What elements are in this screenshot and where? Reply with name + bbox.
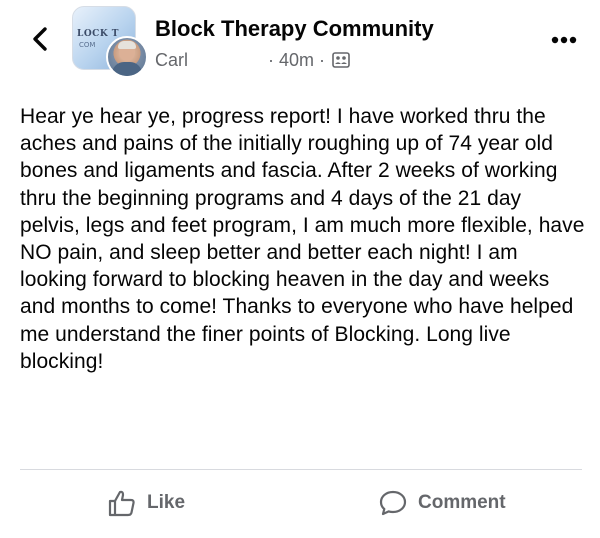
group-logo-subtext: COM bbox=[79, 41, 96, 49]
like-button[interactable]: Like bbox=[107, 482, 185, 524]
post-body-text: Hear ye hear ye, progress report! I have… bbox=[20, 105, 585, 373]
back-button[interactable] bbox=[26, 24, 56, 54]
group-name-link[interactable]: Block Therapy Community bbox=[155, 16, 434, 42]
time-and-privacy: · 40m · bbox=[268, 50, 350, 71]
more-dots-icon bbox=[551, 36, 577, 44]
action-divider bbox=[20, 469, 582, 470]
avatar-stack[interactable]: LOCK T COM bbox=[72, 6, 148, 78]
meta-separator: · bbox=[268, 50, 274, 70]
meta-separator: · bbox=[319, 50, 326, 70]
group-logo-text: LOCK T bbox=[77, 29, 119, 39]
comment-button[interactable]: Comment bbox=[378, 482, 506, 524]
post-time[interactable]: 40m bbox=[279, 50, 314, 70]
author-avatar[interactable] bbox=[106, 36, 148, 78]
comment-label: Comment bbox=[418, 492, 506, 513]
comment-bubble-icon bbox=[379, 490, 407, 516]
avatar-shirt bbox=[112, 62, 142, 76]
post-meta: Carl · 40m · bbox=[155, 50, 350, 71]
group-privacy-icon[interactable] bbox=[332, 52, 350, 68]
post-header: LOCK T COM Block Therapy Community Carl … bbox=[0, 0, 600, 90]
like-label: Like bbox=[147, 492, 186, 513]
more-options-button[interactable] bbox=[546, 24, 582, 54]
author-name-link[interactable]: Carl bbox=[155, 50, 188, 70]
thumbs-up-icon bbox=[108, 490, 135, 517]
avatar-hair bbox=[118, 41, 136, 49]
chevron-left-icon bbox=[33, 27, 47, 51]
